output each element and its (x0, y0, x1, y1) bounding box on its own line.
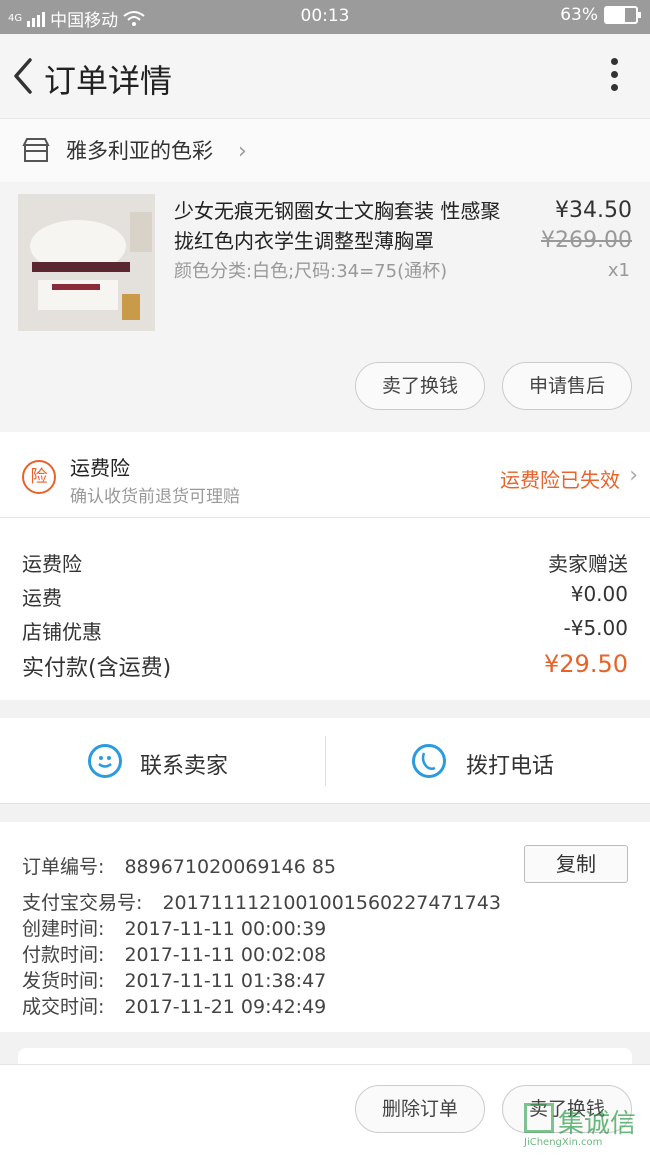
total-row: 实付款(含运费) ¥29.50 (22, 650, 628, 682)
contact-seller-button[interactable]: 联系卖家 (0, 718, 325, 804)
fee-row: 运费 ¥0.00 (22, 582, 628, 611)
contact-bar: 联系卖家 拨打电话 (0, 718, 650, 804)
resell-button[interactable]: 卖了换钱 (355, 362, 485, 410)
total-label: 实付款(含运费) (22, 656, 172, 681)
paid-line: 付款时间: 2017-11-11 00:02:08 (22, 940, 326, 967)
order-number-label: 订单编号: (22, 856, 105, 878)
chevron-right-icon: › (629, 463, 638, 488)
order-number: 889671020069146 85 (124, 856, 336, 878)
alipay-line: 支付宝交易号: 2017111121001001560227471743 (22, 888, 501, 915)
insurance-subtitle: 确认收货前退货可理赔 (70, 487, 240, 507)
fee-summary: 运费险 卖家赠送 运费 ¥0.00 店铺优惠 -¥5.00 实付款(含运费) ¥… (0, 518, 650, 700)
status-right: 63% (560, 5, 641, 25)
product-original-price: ¥269.00 (541, 228, 632, 253)
insurance-status: 运费险已失效 (500, 468, 620, 492)
delete-order-button[interactable]: 删除订单 (355, 1085, 485, 1133)
insurance-badge: 险 (22, 460, 56, 494)
product-image (18, 194, 155, 331)
watermark-url: JiChengXin.com (524, 1137, 603, 1148)
more-dot (610, 58, 618, 65)
product-sku: 颜色分类:白色;尺码:34=75(通杯) (174, 261, 448, 282)
store-icon (22, 138, 50, 162)
order-info: 订单编号: 889671020069146 85 复制 支付宝交易号: 2017… (0, 822, 650, 1032)
created-time: 2017-11-11 00:00:39 (124, 918, 327, 940)
phone-icon (412, 744, 446, 778)
shipping-insurance-row[interactable]: 险 运费险 确认收货前退货可理赔 运费险已失效 › (0, 432, 650, 518)
fee-value: -¥5.00 (563, 616, 628, 640)
battery-icon (604, 6, 641, 24)
nav-bar: 订单详情 (0, 34, 650, 118)
more-dot (610, 84, 618, 91)
more-menu-button[interactable] (608, 58, 620, 98)
fee-value: 卖家赠送 (548, 552, 628, 576)
watermark-mark (524, 1103, 554, 1133)
back-button[interactable] (8, 54, 38, 98)
alipay-number: 2017111121001001560227471743 (162, 892, 501, 914)
fee-label: 店铺优惠 (22, 620, 102, 644)
battery-percent: 63% (560, 5, 598, 25)
completed-time: 2017-11-21 09:42:49 (124, 996, 327, 1018)
fee-row: 运费险 卖家赠送 (22, 548, 628, 577)
clock: 00:13 (300, 6, 350, 26)
completed-line: 成交时间: 2017-11-21 09:42:49 (22, 992, 326, 1019)
created-line: 创建时间: 2017-11-11 00:00:39 (22, 914, 326, 941)
shop-row[interactable]: 雅多利亚的色彩 › (0, 118, 650, 182)
copy-button[interactable]: 复制 (524, 845, 628, 883)
contact-seller-label: 联系卖家 (140, 754, 229, 779)
product-price: ¥34.50 (555, 198, 632, 223)
shipped-label: 发货时间: (22, 970, 105, 992)
shop-name: 雅多利亚的色彩 (66, 139, 213, 163)
paid-time: 2017-11-11 00:02:08 (124, 944, 327, 966)
bottom-action-bar: 删除订单 卖了换钱 集诚信 JiChengXin.com (0, 1064, 650, 1155)
chevron-left-icon (14, 58, 32, 94)
watermark-text: 集诚信 (558, 1109, 637, 1139)
paid-label: 付款时间: (22, 944, 105, 966)
created-label: 创建时间: (22, 918, 105, 940)
alipay-label: 支付宝交易号: (22, 892, 143, 914)
total-value: ¥29.50 (544, 650, 628, 678)
fee-label: 运费 (22, 586, 62, 610)
shipped-time: 2017-11-11 01:38:47 (124, 970, 327, 992)
chevron-right-icon: › (238, 139, 247, 164)
chat-icon (88, 744, 122, 778)
product-quantity: x1 (607, 260, 630, 281)
status-bar: 4G 中国移动 00:13 63% (0, 0, 650, 34)
product-card: 少女无痕无钢圈女士文胸套装 性感聚拢红色内衣学生调整型薄胸罩 颜色分类:白色;尺… (0, 182, 650, 432)
fee-value: ¥0.00 (570, 582, 628, 606)
watermark-logo: 集诚信 JiChengXin.com (520, 1099, 646, 1151)
call-label: 拨打电话 (466, 754, 555, 779)
more-dot (610, 71, 618, 78)
after-sale-button[interactable]: 申请售后 (502, 362, 632, 410)
battery-fill (606, 8, 625, 22)
product-name[interactable]: 少女无痕无钢圈女士文胸套装 性感聚拢红色内衣学生调整型薄胸罩 (174, 196, 514, 256)
product-thumbnail[interactable] (18, 194, 155, 331)
completed-label: 成交时间: (22, 996, 105, 1018)
fee-label: 运费险 (22, 552, 82, 576)
page-title: 订单详情 (44, 62, 173, 100)
call-button[interactable]: 拨打电话 (326, 718, 650, 804)
insurance-title: 运费险 (70, 456, 130, 480)
shipped-line: 发货时间: 2017-11-11 01:38:47 (22, 966, 326, 993)
fee-row: 店铺优惠 -¥5.00 (22, 616, 628, 645)
order-number-line: 订单编号: 889671020069146 85 (22, 852, 336, 879)
